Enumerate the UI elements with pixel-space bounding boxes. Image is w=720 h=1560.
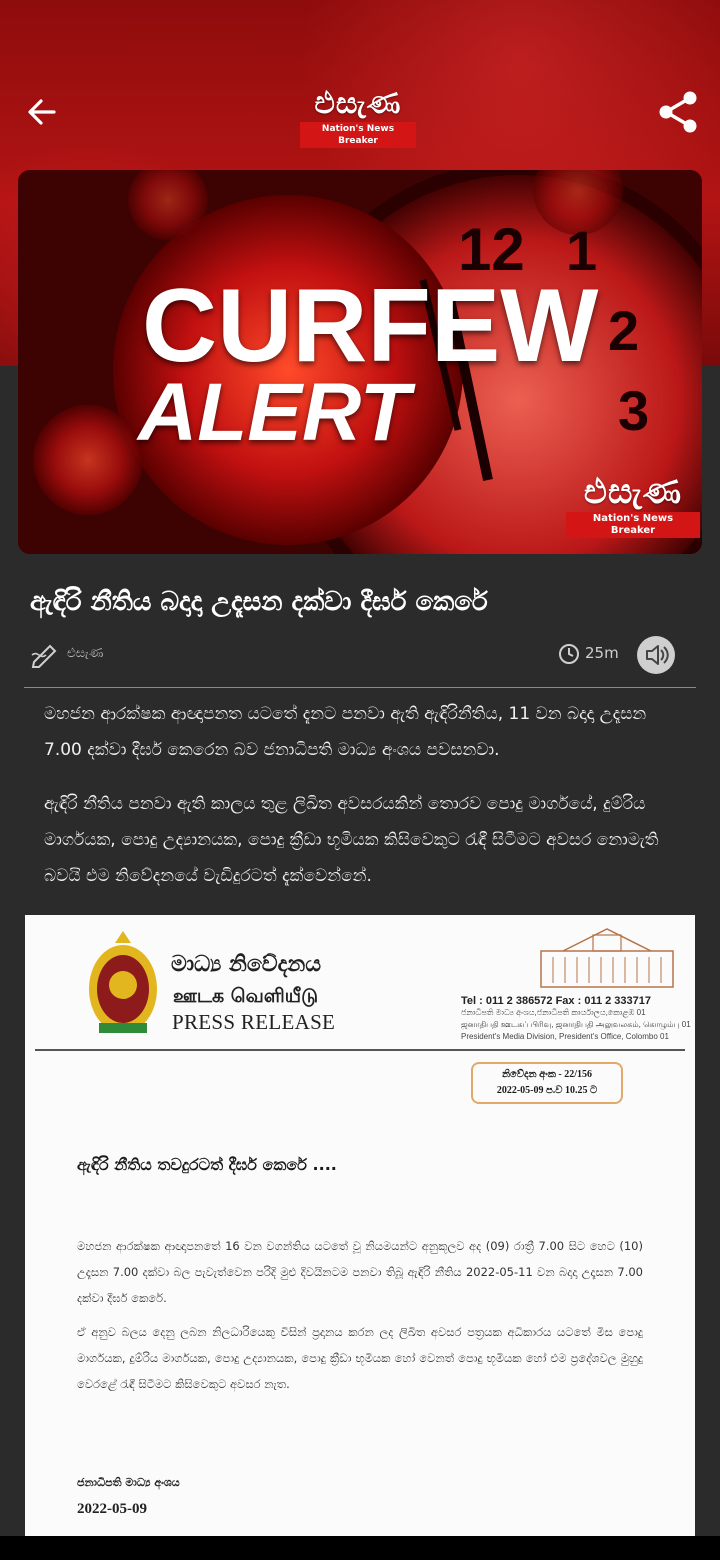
banner-title-line1: CURFEW [142,268,599,384]
author-pen-icon [31,644,57,668]
share-button[interactable] [654,88,702,136]
clock-icon [559,644,579,664]
press-date: 2022-05-09 [77,1501,147,1517]
top-bar: එසැණ Nation's News Breaker [0,78,720,148]
back-button[interactable] [22,92,62,132]
press-title-english: PRESS RELEASE [172,1010,336,1034]
press-ref-number: නිවේදන අංක - 22/156 [501,1069,593,1080]
press-heading: ඇඳිරි නීතිය තවදුරටත් දීර්ඝ කෙරේ .... [77,1155,337,1174]
time-ago: 25m [585,644,619,662]
article-meta: එසැණ 25m [30,636,690,676]
press-reference-box: නිවේදන අංක - 22/156 2022-05-09 ප.ව 10.25… [471,1062,623,1104]
article-paragraph: ඇඳිරි නීතිය පනවා ඇති කාලය තුළ ලිඛිත අවසර… [44,794,659,886]
logo-text: එසැණ [314,86,402,121]
banner-title-line2: ALERT [138,367,410,458]
app-logo: එසැණ Nation's News Breaker [300,88,416,148]
press-header-rule [35,1049,685,1051]
sri-lanka-emblem-icon [89,931,157,1033]
author-name: එසැණ [67,646,104,661]
press-title-sinhala: මාධ්‍ය නිවේදනය [171,951,322,977]
banner-logo-tagline: Nation's News Breaker [566,512,700,538]
press-address-sinhala: ජනාධිපති මාධ්‍ය අංශය,ජනාධිපති කාර්යාලය,ක… [461,1008,646,1017]
presidential-secretariat-illustration [540,928,674,988]
press-address-tamil: ஜனாதிபதி ஊடகப் பிரிவு, ஜனாதிபதி அலுவலகம்… [461,1020,691,1029]
article-banner-image: 12 2 3 1 CURFEW ALERT එසැණ Nation's News… [18,170,702,554]
press-address-english: President's Media Division, President's … [461,1032,669,1041]
arrow-left-icon [28,99,56,125]
press-ref-date: 2022-05-09 ප.ව 10.25 ට [496,1085,598,1096]
divider [24,687,696,688]
speaker-icon [646,645,669,665]
press-signature: ජනාධිපති මාධ්‍ය අංශය [77,1476,180,1489]
press-paragraph: ඒ අනුව බලය දෙනු ලබන නිලධාරියෙකු විසින් ප… [77,1325,643,1391]
logo-tagline: Nation's News Breaker [300,122,416,148]
article-paragraph: මහජන ආරක්ෂක ආඥාපනත යටතේ දැනට පනවා ඇති ඇඳ… [44,704,647,760]
system-navigation-bar [0,1536,720,1560]
text-to-speech-button[interactable] [637,636,675,674]
press-paragraph: මහජන ආරක්ෂක ආඥාපනතේ 16 වන වගන්තිය යටතේ ව… [77,1239,643,1305]
banner-logo: එසැණ Nation's News Breaker [566,474,700,538]
svg-text:2: 2 [608,299,639,362]
press-contact-block: Tel : 011 2 386572 Fax : 011 2 333717 ජන… [461,995,691,1043]
article-headline: ඇඳිරි නීතිය බදාදා උදෑසන දක්වා දීර්ඝ කෙරේ [30,587,488,617]
svg-text:3: 3 [618,379,649,442]
share-icon [659,91,697,133]
press-title-tamil: ஊடக வெளியீடு [173,985,319,1007]
press-tel-fax: Tel : 011 2 386572 Fax : 011 2 333717 [461,995,652,1007]
banner-logo-text: එසැණ [583,472,683,512]
press-release-image: මාධ්‍ය නිවේදනය ஊடக வெளியீடு PRESS RELEAS… [25,915,695,1536]
